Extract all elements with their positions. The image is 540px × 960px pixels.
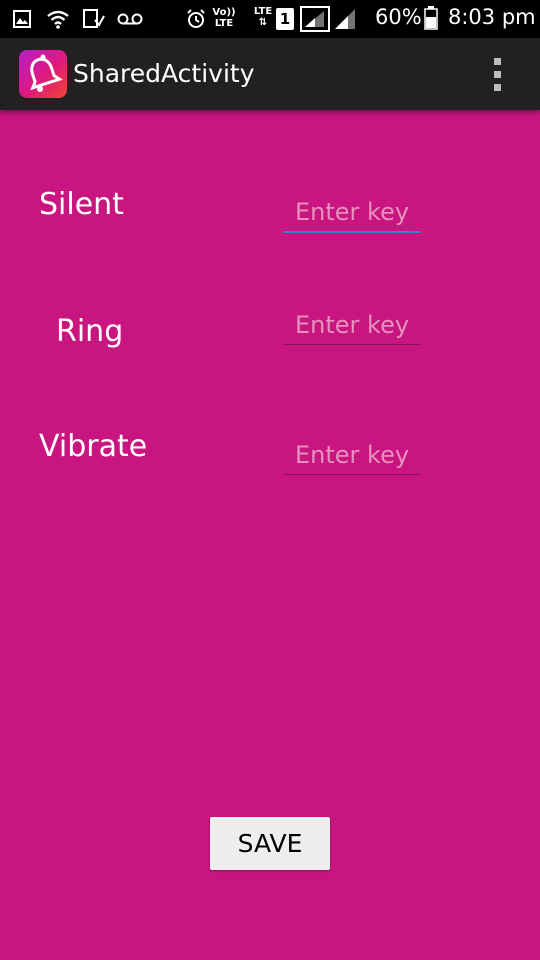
- lte-data-icon: LTE ⇅: [253, 6, 273, 28]
- save-button[interactable]: SAVE: [210, 817, 330, 870]
- signal-icon: [335, 9, 355, 29]
- silent-key-input[interactable]: [283, 193, 421, 233]
- ring-label: Ring: [56, 314, 124, 349]
- status-bar: Vo)) LTE LTE ⇅ 1 60% 8:03 pm: [0, 0, 540, 38]
- silent-label: Silent: [39, 187, 124, 222]
- bell-icon: [19, 50, 67, 98]
- voicemail-icon: [117, 13, 143, 25]
- vibrate-key-input[interactable]: [283, 435, 421, 475]
- ring-key-input[interactable]: [283, 305, 421, 345]
- clock: 8:03 pm: [448, 5, 536, 29]
- volte-icon: Vo)) LTE: [212, 7, 236, 29]
- overflow-menu-icon[interactable]: [486, 56, 510, 94]
- action-bar: SharedActivity: [0, 38, 540, 110]
- alarm-icon: [187, 9, 205, 28]
- gallery-icon: [13, 10, 31, 28]
- vibrate-label: Vibrate: [39, 429, 148, 464]
- wifi-icon: [47, 10, 69, 29]
- battery-icon: [424, 6, 438, 30]
- download-icon: [83, 9, 105, 28]
- battery-percent: 60%: [375, 5, 422, 29]
- signal-icon: [300, 6, 330, 32]
- app-title: SharedActivity: [73, 59, 255, 88]
- sim-icon: 1: [276, 8, 294, 30]
